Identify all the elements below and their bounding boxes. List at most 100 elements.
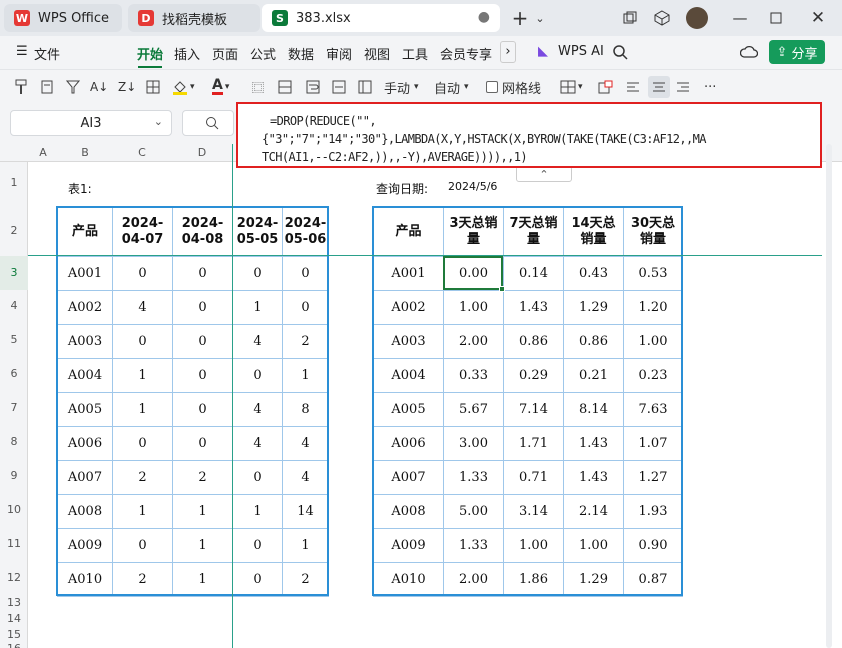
value-cell[interactable]: 1 [282, 358, 329, 393]
fill-handle[interactable] [499, 286, 505, 292]
value-cell[interactable]: 0 [172, 290, 233, 325]
product-cell[interactable]: A001 [373, 256, 444, 291]
value-cell[interactable]: 4 [232, 324, 283, 359]
value-cell[interactable]: 0.87 [623, 562, 683, 597]
value-cell[interactable]: 1 [172, 562, 233, 597]
value-cell[interactable]: 0.29 [503, 358, 564, 393]
chevron-down-icon[interactable]: ▾ [225, 82, 230, 92]
value-cell[interactable]: 1 [112, 358, 173, 393]
value-cell[interactable]: 1 [232, 290, 283, 325]
value-cell[interactable]: 0 [232, 528, 283, 563]
row-header[interactable]: 16 [0, 642, 28, 648]
product-cell[interactable]: A003 [373, 324, 444, 359]
product-cell[interactable]: A004 [57, 358, 113, 393]
value-cell[interactable]: 0 [172, 426, 233, 461]
row-header-selected[interactable]: 3 [0, 256, 28, 290]
value-cell[interactable]: 1.00 [503, 528, 564, 563]
chevron-down-icon[interactable]: ▾ [578, 82, 583, 92]
align-left-icon[interactable] [626, 78, 640, 96]
tab-close-icon[interactable]: ● [478, 9, 490, 25]
menu-more-chevron-icon[interactable]: › [500, 41, 516, 63]
value-cell[interactable]: 0.86 [503, 324, 564, 359]
value-cell[interactable]: 1.33 [443, 528, 504, 563]
value-cell[interactable]: 0.14 [503, 256, 564, 291]
chevron-down-icon[interactable]: ▾ [190, 82, 195, 92]
product-cell[interactable]: A006 [373, 426, 444, 461]
row-header[interactable]: 15 [0, 628, 28, 641]
value-cell[interactable]: 4 [282, 460, 329, 495]
borders-icon[interactable] [146, 78, 160, 96]
value-cell[interactable]: 1.33 [443, 460, 504, 495]
fill-color-icon[interactable]: ▾ [172, 78, 195, 96]
value-cell[interactable]: 0.90 [623, 528, 683, 563]
cloud-sync-icon[interactable] [739, 44, 759, 64]
value-cell[interactable]: 1.00 [443, 290, 504, 325]
header-cell[interactable]: 2024- 04-08 [172, 207, 233, 257]
product-cell[interactable]: A007 [373, 460, 444, 495]
value-cell[interactable]: 1.86 [503, 562, 564, 597]
product-cell[interactable]: A005 [373, 392, 444, 427]
value-cell[interactable]: 0 [172, 324, 233, 359]
product-cell[interactable]: A007 [57, 460, 113, 495]
value-cell[interactable]: 1 [112, 494, 173, 529]
value-cell[interactable]: 2.00 [443, 324, 504, 359]
value-cell[interactable]: 0 [232, 460, 283, 495]
value-cell[interactable]: 1.43 [563, 426, 624, 461]
row-header[interactable]: 9 [0, 469, 28, 482]
tab-wps-office[interactable]: W WPS Office [4, 4, 122, 32]
search-icon[interactable] [612, 44, 628, 64]
hamburger-icon[interactable]: ☰ [16, 44, 28, 59]
value-cell[interactable]: 1.71 [503, 426, 564, 461]
value-cell[interactable]: 1 [112, 392, 173, 427]
checkbox-icon[interactable] [486, 81, 498, 93]
value-cell[interactable]: 14 [282, 494, 329, 529]
product-cell[interactable]: A001 [57, 256, 113, 291]
header-cell[interactable]: 30天总 销量 [623, 207, 683, 257]
value-cell[interactable]: 0 [232, 562, 283, 597]
value-cell[interactable]: 5.67 [443, 392, 504, 427]
value-cell[interactable]: 8 [282, 392, 329, 427]
value-cell[interactable]: 1.20 [623, 290, 683, 325]
value-cell[interactable]: 1.93 [623, 494, 683, 529]
value-cell[interactable]: 0.23 [623, 358, 683, 393]
table1-label[interactable]: 表1: [68, 180, 92, 197]
value-cell[interactable]: 2 [282, 562, 329, 597]
value-cell[interactable]: 0 [112, 426, 173, 461]
more-icon[interactable]: ··· [704, 78, 716, 96]
product-cell[interactable]: A005 [57, 392, 113, 427]
row-header[interactable]: 11 [0, 537, 28, 550]
menu-start[interactable]: 开始 [137, 44, 163, 63]
font-color-icon[interactable]: A ▾ [212, 78, 229, 96]
freeze-icon[interactable] [358, 78, 372, 96]
cell-style-icon[interactable] [598, 78, 614, 96]
menu-wps-ai[interactable]: WPS AI [558, 44, 604, 59]
value-cell[interactable]: 1 [172, 528, 233, 563]
product-cell[interactable]: A002 [57, 290, 113, 325]
value-cell[interactable]: 4 [232, 392, 283, 427]
filter-icon[interactable] [66, 78, 80, 96]
value-cell[interactable]: 2 [172, 460, 233, 495]
row-header[interactable]: 13 [0, 596, 28, 609]
column-header[interactable]: D [172, 146, 232, 159]
cube-icon[interactable] [652, 8, 672, 28]
new-tab-button[interactable]: + [510, 6, 530, 30]
value-cell[interactable]: 0.43 [563, 256, 624, 291]
wps-ai-icon[interactable]: ◣ [538, 44, 548, 59]
value-cell[interactable]: 0.21 [563, 358, 624, 393]
row-header[interactable]: 7 [0, 401, 28, 414]
tab-383-xlsx[interactable]: S 383.xlsx ● [262, 4, 500, 32]
value-cell[interactable]: 8.14 [563, 392, 624, 427]
value-cell[interactable]: 0.33 [443, 358, 504, 393]
menu-formula[interactable]: 公式 [250, 44, 276, 63]
value-cell[interactable]: 1.29 [563, 290, 624, 325]
header-cell[interactable]: 2024- 05-06 [282, 207, 329, 257]
value-cell[interactable]: 1.27 [623, 460, 683, 495]
menu-view[interactable]: 视图 [364, 44, 390, 63]
value-cell[interactable]: 1 [282, 528, 329, 563]
auto-dropdown[interactable]: 自动 ▾ [434, 78, 469, 97]
value-cell[interactable]: 0 [112, 256, 173, 291]
row-header[interactable]: 10 [0, 503, 28, 516]
menu-data[interactable]: 数据 [288, 44, 314, 63]
header-cell[interactable]: 2024- 04-07 [112, 207, 173, 257]
name-box[interactable]: AI3 ⌄ [10, 110, 172, 136]
